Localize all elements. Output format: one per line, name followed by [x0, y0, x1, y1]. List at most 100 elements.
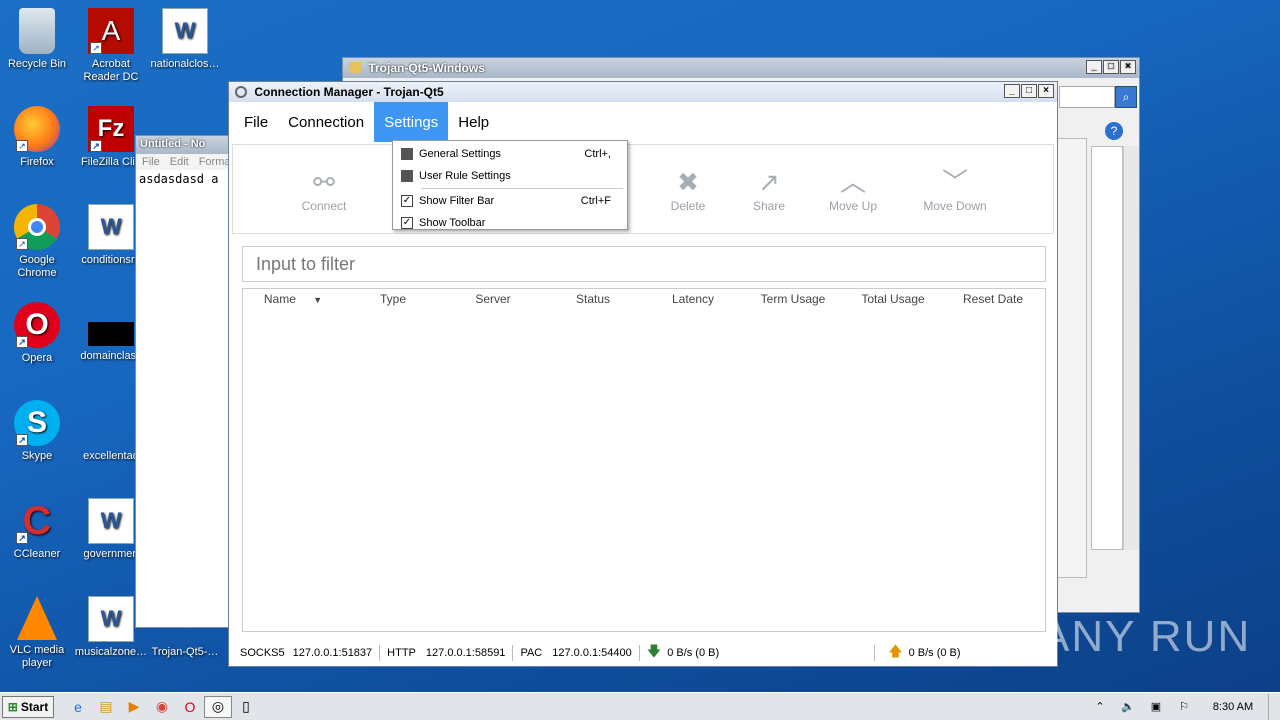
desktop-icon-nationalclos[interactable]: W nationalclos…: [148, 8, 222, 71]
column-total-usage[interactable]: Total Usage: [843, 292, 943, 306]
recycle-bin-icon: [19, 8, 55, 54]
acrobat-icon: A ↗: [88, 8, 134, 54]
http-label: HTTP: [387, 647, 416, 659]
desktop-icon-firefox[interactable]: ↗ Firefox: [0, 106, 74, 169]
menu-item-show-filter-bar[interactable]: ✓ Show Filter Bar Ctrl+F: [393, 190, 627, 212]
desktop-icon-acrobat[interactable]: A ↗ Acrobat Reader DC: [74, 8, 148, 84]
media-player-icon[interactable]: ▶: [120, 696, 148, 718]
menubar: File Connection Settings Help: [229, 102, 1057, 142]
socks-address: 127.0.0.1:51837: [292, 647, 373, 659]
search-icon[interactable]: ⌕: [1115, 86, 1137, 108]
checkbox-checked-icon: ✓: [401, 217, 413, 229]
minimize-button[interactable]: _: [1086, 60, 1102, 74]
internet-explorer-icon[interactable]: e: [64, 696, 92, 718]
taskbar: ⊞ Start e ▤ ▶ ◉ O ◎ ▯ ⌃ 🔈 ▣ ⚐ 8:30 AM: [0, 692, 1280, 720]
column-status[interactable]: Status: [543, 292, 643, 306]
table-header: Name ▼ Type Server Status Latency Term U…: [243, 289, 1045, 309]
desktop-icon-ccleaner[interactable]: C ↗ CCleaner: [0, 498, 74, 561]
notepad-menu-file[interactable]: File: [142, 156, 160, 168]
filter-input[interactable]: Input to filter: [242, 246, 1046, 282]
link-icon: ⚯: [313, 167, 335, 197]
settings-icon: [401, 148, 413, 160]
statusbar: SOCKS5 127.0.0.1:51837 HTTP 127.0.0.1:58…: [229, 640, 1057, 666]
menu-item-general-settings[interactable]: General Settings Ctrl+,: [393, 143, 627, 165]
move-down-button[interactable]: ﹀ Move Down: [915, 165, 995, 213]
x-icon: ✖: [677, 167, 699, 197]
maximize-button[interactable]: □: [1103, 60, 1119, 74]
column-reset-date[interactable]: Reset Date: [943, 292, 1043, 306]
network-icon[interactable]: ▣: [1142, 696, 1170, 718]
notepad-menu-format[interactable]: Forma: [199, 156, 231, 168]
notepad-menu-edit[interactable]: Edit: [170, 156, 189, 168]
inner-scrollbar[interactable]: [1055, 138, 1087, 578]
maximize-button[interactable]: □: [1021, 84, 1037, 98]
vertical-scrollbar[interactable]: [1123, 146, 1139, 550]
desktop-icon-vlc[interactable]: VLC media player: [0, 596, 74, 670]
show-desktop-button[interactable]: [1268, 693, 1280, 720]
column-latency[interactable]: Latency: [643, 292, 743, 306]
upload-arrow-icon: 🡅: [888, 643, 903, 659]
explorer-titlebar[interactable]: Trojan-Qt5-Windows _ □ ×: [343, 58, 1139, 78]
move-up-button[interactable]: ︿ Move Up: [822, 165, 884, 213]
clock[interactable]: 8:30 AM: [1198, 701, 1268, 713]
connect-button[interactable]: ⚯ Connect: [299, 165, 349, 213]
skype-icon: S ↗: [14, 400, 60, 446]
download-arrow-icon: 🡇: [646, 643, 662, 659]
desktop-icon-skype[interactable]: S ↗ Skype: [0, 400, 74, 463]
upload-speed: 0 B/s (0 B): [908, 647, 961, 659]
share-icon: ↗: [758, 167, 780, 197]
explorer-folder-icon[interactable]: ▤: [92, 696, 120, 718]
delete-button[interactable]: ✖ Delete: [663, 165, 713, 213]
chrome-icon: ↗: [14, 204, 60, 250]
ccleaner-icon: C ↗: [14, 498, 60, 544]
start-button[interactable]: ⊞ Start: [2, 695, 54, 718]
word-document-icon: W: [88, 204, 134, 250]
anyrun-watermark: ANY RUN: [1040, 612, 1252, 661]
menu-item-show-toolbar[interactable]: ✓ Show Toolbar: [393, 212, 627, 234]
windows-logo-icon: ⊞: [7, 699, 18, 714]
chevron-down-icon: ﹀: [941, 167, 968, 197]
minimize-button[interactable]: _: [1004, 84, 1020, 98]
desktop-icon-recycle-bin[interactable]: Recycle Bin: [0, 8, 74, 71]
close-button[interactable]: ×: [1120, 60, 1136, 74]
connection-table: Name ▼ Type Server Status Latency Term U…: [242, 288, 1046, 632]
action-center-flag-icon[interactable]: ⚐: [1170, 696, 1198, 718]
desktop-icon-chrome[interactable]: ↗ Google Chrome: [0, 204, 74, 280]
close-button[interactable]: ×: [1038, 84, 1054, 98]
share-button[interactable]: ↗ Share: [744, 165, 794, 213]
word-document-icon: W: [88, 498, 134, 544]
column-server[interactable]: Server: [443, 292, 543, 306]
notepad-taskbar-icon[interactable]: ▯: [232, 696, 260, 718]
toolbar: ⚯ Connect ✖ Delete ↗ Share ︿ Move Up ﹀ M…: [232, 144, 1054, 234]
window-controls: _ □ ×: [1004, 84, 1054, 98]
menu-separator: [421, 188, 623, 189]
column-name[interactable]: Name ▼: [243, 292, 343, 306]
menu-settings[interactable]: Settings: [374, 102, 449, 142]
download-speed: 0 B/s (0 B): [667, 647, 720, 659]
show-hidden-icons-icon[interactable]: ⌃: [1086, 696, 1114, 718]
search-input[interactable]: [1059, 86, 1115, 108]
menu-connection[interactable]: Connection: [278, 102, 374, 142]
menu-help[interactable]: Help: [448, 102, 499, 142]
firefox-icon: ↗: [14, 106, 60, 152]
settings-dropdown: General Settings Ctrl+, User Rule Settin…: [392, 140, 628, 230]
desktop-icon-opera[interactable]: O ↗ Opera: [0, 302, 74, 365]
opera-taskbar-icon[interactable]: O: [176, 696, 204, 718]
checkbox-checked-icon: ✓: [401, 195, 413, 207]
app-titlebar[interactable]: Connection Manager - Trojan-Qt5 _ □ ×: [229, 82, 1057, 102]
trojan-qt5-taskbar-icon[interactable]: ◎: [204, 695, 232, 718]
help-icon[interactable]: ?: [1105, 122, 1123, 140]
word-document-icon: W: [162, 8, 208, 54]
pac-address: 127.0.0.1:54400: [552, 647, 632, 659]
column-type[interactable]: Type: [343, 292, 443, 306]
sort-desc-icon: ▼: [313, 295, 323, 305]
column-term-usage[interactable]: Term Usage: [743, 292, 843, 306]
file-icon: [88, 322, 134, 346]
menu-file[interactable]: File: [234, 102, 278, 142]
settings-icon: [401, 170, 413, 182]
menu-item-user-rule-settings[interactable]: User Rule Settings: [393, 165, 627, 187]
folder-icon: [349, 62, 361, 73]
chrome-taskbar-icon[interactable]: ◉: [148, 696, 176, 718]
vlc-cone-icon: [17, 596, 57, 640]
volume-icon[interactable]: 🔈: [1114, 696, 1142, 718]
